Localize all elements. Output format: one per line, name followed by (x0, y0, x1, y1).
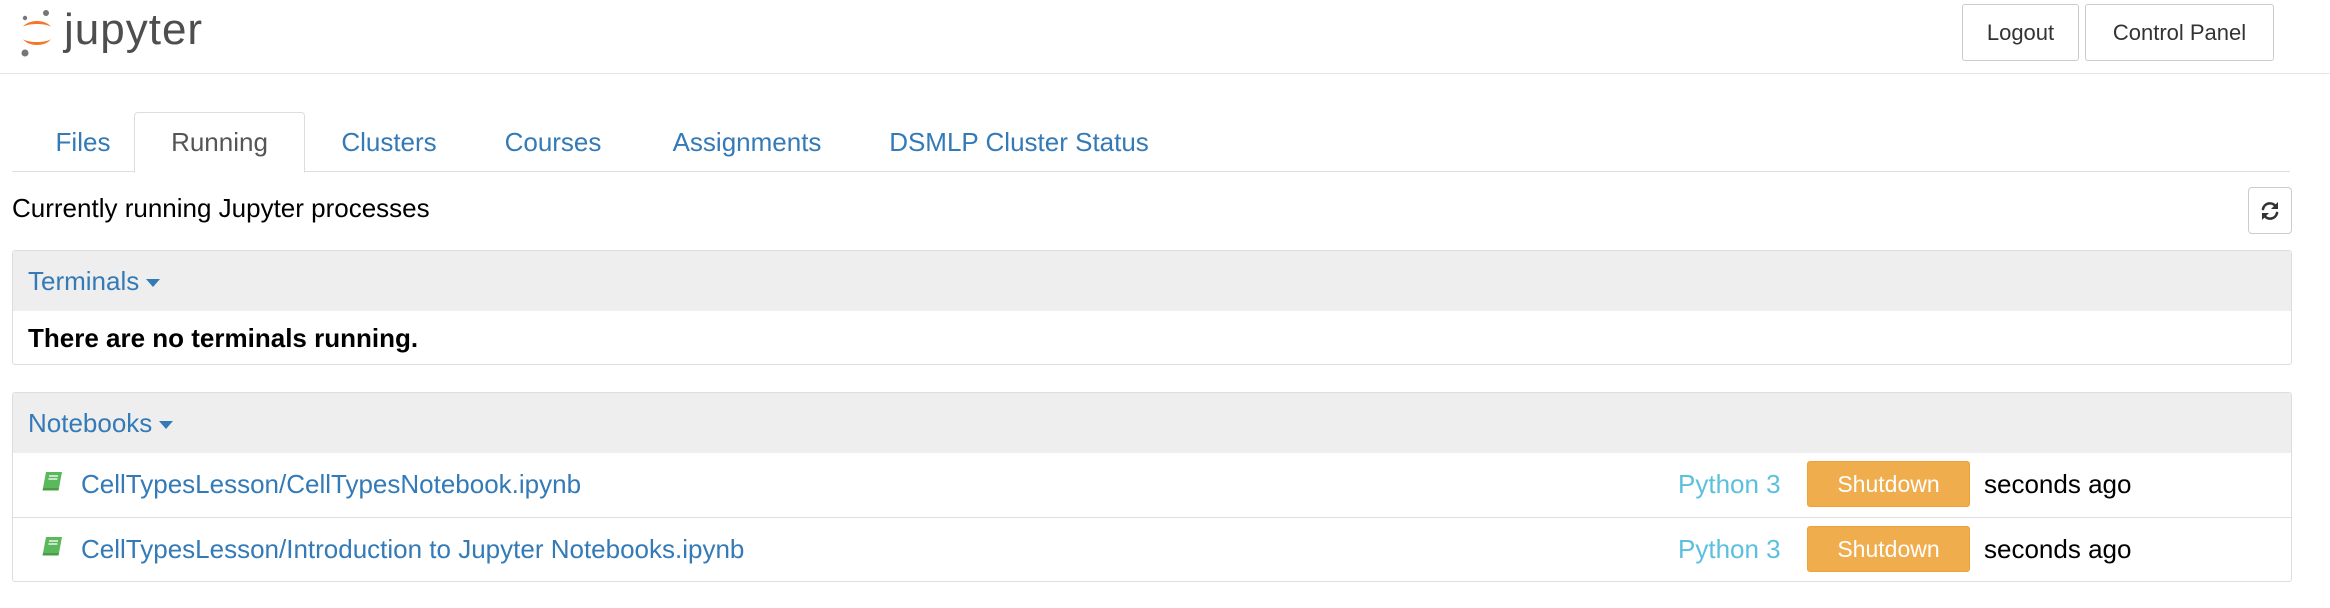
tab-assignments[interactable]: Assignments (652, 112, 842, 172)
notebook-link[interactable]: CellTypesLesson/CellTypesNotebook.ipynb (81, 469, 581, 500)
control-panel-button[interactable]: Control Panel (2085, 4, 2274, 61)
tab-clusters[interactable]: Clusters (316, 112, 462, 172)
notebook-row: CellTypesLesson/CellTypesNotebook.ipynb … (13, 453, 2291, 517)
terminals-heading-label: Terminals (28, 265, 140, 296)
header-bar: jupyter Logout Control Panel (0, 0, 2330, 74)
terminals-heading[interactable]: Terminals (13, 251, 2291, 311)
notebooks-heading-label: Notebooks (28, 407, 153, 438)
notebooks-heading[interactable]: Notebooks (13, 393, 2291, 453)
last-activity: seconds ago (1984, 469, 2132, 499)
kernel-label: Python 3 (1678, 534, 1781, 564)
last-activity: seconds ago (1984, 534, 2132, 564)
notebook-row: CellTypesLesson/Introduction to Jupyter … (13, 517, 2291, 581)
shutdown-button[interactable]: Shutdown (1807, 526, 1970, 572)
tab-courses[interactable]: Courses (482, 112, 624, 172)
logo-text: jupyter (64, 5, 204, 54)
notebook-book-icon (41, 535, 65, 562)
tab-running[interactable]: Running (134, 112, 305, 173)
caret-down-icon (159, 420, 174, 429)
notebooks-panel: Notebooks CellTypesLesson/CellTypesNoteb… (12, 392, 2292, 582)
kernel-label: Python 3 (1678, 469, 1781, 499)
terminals-panel: Terminals There are no terminals running… (12, 250, 2292, 365)
notebook-book-icon (41, 470, 65, 497)
refresh-icon (2261, 201, 2279, 220)
caret-down-icon (146, 278, 161, 287)
no-terminals-message: There are no terminals running. (28, 322, 419, 353)
tab-bar: Files Running Clusters Courses Assignmen… (12, 112, 2290, 173)
refresh-button[interactable] (2248, 187, 2292, 234)
running-title: Currently running Jupyter processes (12, 193, 430, 223)
jupyter-logo[interactable]: jupyter (20, 4, 203, 62)
notebook-link[interactable]: CellTypesLesson/Introduction to Jupyter … (81, 534, 744, 565)
logout-button[interactable]: Logout (1962, 4, 2079, 61)
tab-dsmlp-cluster-status[interactable]: DSMLP Cluster Status (870, 112, 1168, 172)
jupyter-logo-icon (21, 10, 51, 57)
shutdown-button[interactable]: Shutdown (1807, 461, 1970, 507)
notebook-list: CellTypesLesson/CellTypesNotebook.ipynb … (13, 453, 2291, 581)
tab-files[interactable]: Files (30, 112, 136, 172)
